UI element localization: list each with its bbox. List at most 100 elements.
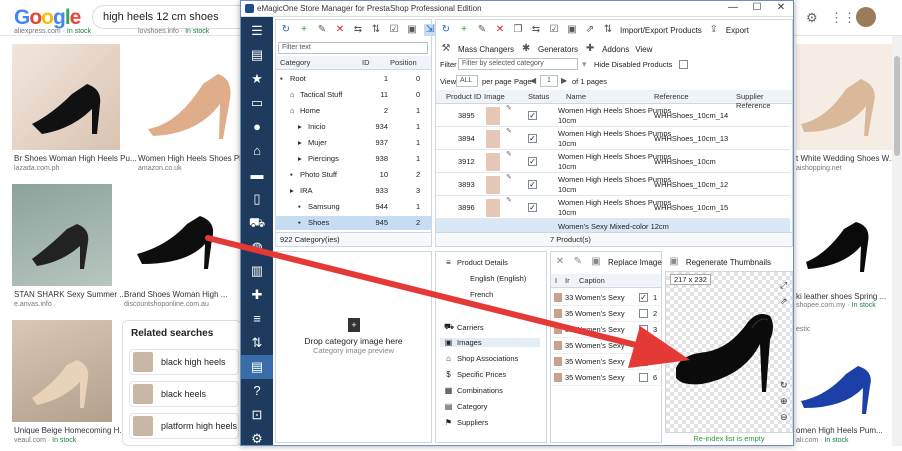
category-row[interactable]: ▪ Root 1 0 <box>276 72 431 86</box>
product-row[interactable]: 3895 ✎ ✓ Women High Heels Shoes Pumps 10… <box>436 104 790 127</box>
hide-disabled-checkbox[interactable] <box>679 60 688 69</box>
filter-clear-icon[interactable]: ▾ <box>582 59 587 70</box>
zoom-in-icon[interactable]: ⊕ <box>780 396 788 407</box>
col-image[interactable]: Image <box>484 92 505 101</box>
image-edit-icon[interactable]: ✎ <box>506 173 512 181</box>
product-row[interactable]: 3893 ✎ ✓ Women High Heels Shoes Pumps 10… <box>436 173 790 196</box>
image-cover-checkbox[interactable] <box>639 373 648 382</box>
prev-page-icon[interactable]: ◀ <box>530 76 536 85</box>
gear-icon[interactable]: ⚙ <box>241 427 273 451</box>
category-row[interactable]: ⌂ Home 2 1 <box>276 104 431 118</box>
view-select[interactable]: ALL <box>456 75 478 87</box>
status-checkbox[interactable]: ✓ <box>528 134 537 143</box>
result-image[interactable] <box>122 184 234 286</box>
col-i[interactable]: I <box>555 276 557 285</box>
product-row[interactable]: Women's Sexy Mixed-color 12cm <box>436 219 790 232</box>
category-row[interactable]: ▸ IRA 933 3 <box>276 184 431 198</box>
status-checkbox[interactable]: ✓ <box>528 203 537 212</box>
details-tree-item[interactable]: ▤ Category <box>444 402 488 411</box>
regenerate-thumbnails-button[interactable]: Regenerate Thumbnails <box>686 258 771 267</box>
close-button[interactable]: ✕ <box>771 2 791 16</box>
duplicate-icon[interactable]: ❐ <box>512 24 524 36</box>
image-icon[interactable]: ▣ <box>406 24 418 36</box>
result-caption[interactable]: Br Shoes Woman High Heels Pu... <box>14 154 137 163</box>
comment-icon[interactable]: ▬ <box>241 163 273 187</box>
category-image-dropzone[interactable]: + Drop category image here Category imag… <box>275 251 432 443</box>
generators-button[interactable]: Generators <box>538 45 578 54</box>
status-checkbox[interactable]: ✓ <box>528 180 537 189</box>
col-name[interactable]: Name <box>566 92 586 101</box>
help-icon[interactable]: ? <box>241 379 273 403</box>
category-row[interactable]: ▪ Samsung 944 1 <box>276 200 431 214</box>
user-icon[interactable]: ● <box>241 115 273 139</box>
image-edit-icon[interactable]: ✎ <box>506 127 512 135</box>
filter-select[interactable]: Filter by selected category <box>458 58 578 70</box>
result-caption[interactable]: t White Wedding Shoes W... <box>796 154 895 163</box>
delete-image-icon[interactable]: ✕ <box>554 256 566 268</box>
move-icon[interactable]: ⇆ <box>352 24 364 36</box>
image-edit-icon[interactable]: ✎ <box>506 150 512 158</box>
external-icon[interactable]: ⇗ <box>584 24 596 36</box>
export-button[interactable]: Export <box>726 26 749 35</box>
addons-button[interactable]: Addons <box>602 45 629 54</box>
move-icon[interactable]: ⇆ <box>530 24 542 36</box>
menu-icon[interactable]: ☰ <box>241 19 273 43</box>
settings-icon[interactable]: ⚙ <box>806 10 818 26</box>
store-icon[interactable]: ▤ <box>241 43 273 67</box>
inbox-icon[interactable]: ▭ <box>241 91 273 115</box>
result-caption[interactable]: ki leather shoes Spring ... <box>796 292 886 301</box>
check-icon[interactable]: ☑ <box>548 24 560 36</box>
page-input[interactable]: 1 <box>540 75 558 87</box>
col-category[interactable]: Category <box>280 58 310 67</box>
image-row[interactable]: 35 Women's Sexy 3 <box>551 322 663 338</box>
details-tree-item[interactable]: ⚑ Suppliers <box>444 418 488 427</box>
export-icon[interactable]: ⇪ <box>708 24 720 36</box>
result-caption[interactable]: omen High Heels Pum... <box>796 426 883 435</box>
image-edit-icon[interactable]: ✎ <box>506 104 512 112</box>
product-row[interactable]: 3896 ✎ ✓ Women High Heels Shoes Pumps 10… <box>436 196 790 219</box>
result-caption[interactable]: STAN SHARK Sexy Summer ... <box>14 290 126 299</box>
lock-icon[interactable]: ⊡ <box>241 403 273 427</box>
basket-icon[interactable]: ⌂ <box>241 139 273 163</box>
category-filter-input[interactable]: Filter text <box>278 42 428 54</box>
next-page-icon[interactable]: ▶ <box>561 76 567 85</box>
details-tree-item[interactable]: ⌂ Shop Associations <box>444 354 518 363</box>
chart-icon[interactable]: ▥ <box>241 259 273 283</box>
edit-icon[interactable]: ✎ <box>476 24 488 36</box>
result-image[interactable] <box>12 184 112 286</box>
related-item[interactable]: black heels <box>129 381 239 407</box>
mass-changers-button[interactable]: Mass Changers <box>458 45 514 54</box>
page-scrollbar[interactable] <box>892 36 902 446</box>
related-item[interactable]: black high heels <box>129 349 239 375</box>
details-tree-item[interactable]: $ Specific Prices <box>444 370 506 379</box>
fullscreen-icon[interactable]: ⤢ <box>780 280 787 291</box>
replace-image-button[interactable]: Replace Image <box>608 258 662 267</box>
result-image[interactable] <box>796 184 892 288</box>
category-row[interactable]: ▸ Inicio 934 1 <box>276 120 431 134</box>
apps-icon[interactable]: ⋮⋮ <box>830 10 856 26</box>
details-tree-item[interactable]: English (English) <box>470 274 526 283</box>
zoom-out-icon[interactable]: ⊖ <box>780 412 788 423</box>
search-input[interactable]: high heels 12 cm shoes <box>92 5 242 29</box>
col-reference[interactable]: Reference <box>654 92 689 101</box>
image-cover-checkbox[interactable] <box>639 357 648 366</box>
image-cover-checkbox[interactable] <box>639 309 648 318</box>
details-tree-item[interactable]: ≡ Product Details <box>444 258 508 267</box>
rotate-icon[interactable]: ↻ <box>780 380 788 391</box>
category-row[interactable]: ⌂ Tactical Stuff 11 0 <box>276 88 431 102</box>
minimize-button[interactable]: — <box>723 2 743 16</box>
globe-icon[interactable]: ◍ <box>241 235 273 259</box>
image-row[interactable]: 35 Women's Sexy 4 <box>551 338 663 354</box>
image-row[interactable]: 35 Women's Sexy 2 <box>551 306 663 322</box>
edit-image-icon[interactable]: ✎ <box>572 256 584 268</box>
result-image[interactable] <box>796 44 892 150</box>
category-row[interactable]: ▸ Piercings 938 1 <box>276 152 431 166</box>
import-export-icon[interactable]: ⇅ <box>602 24 614 36</box>
delete-icon[interactable]: ✕ <box>494 24 506 36</box>
image-preview[interactable]: 217 x 232 ⤢ ⇗ ↻ ⊕ ⊖ <box>665 271 793 433</box>
result-caption[interactable]: Unique Beige Homecoming H... <box>14 426 126 435</box>
refresh-icon[interactable]: ↻ <box>280 24 292 36</box>
import-export-button[interactable]: Import/Export Products <box>620 26 702 35</box>
col-position[interactable]: Position <box>390 58 417 67</box>
truck-icon[interactable]: ⛟ <box>241 211 273 235</box>
